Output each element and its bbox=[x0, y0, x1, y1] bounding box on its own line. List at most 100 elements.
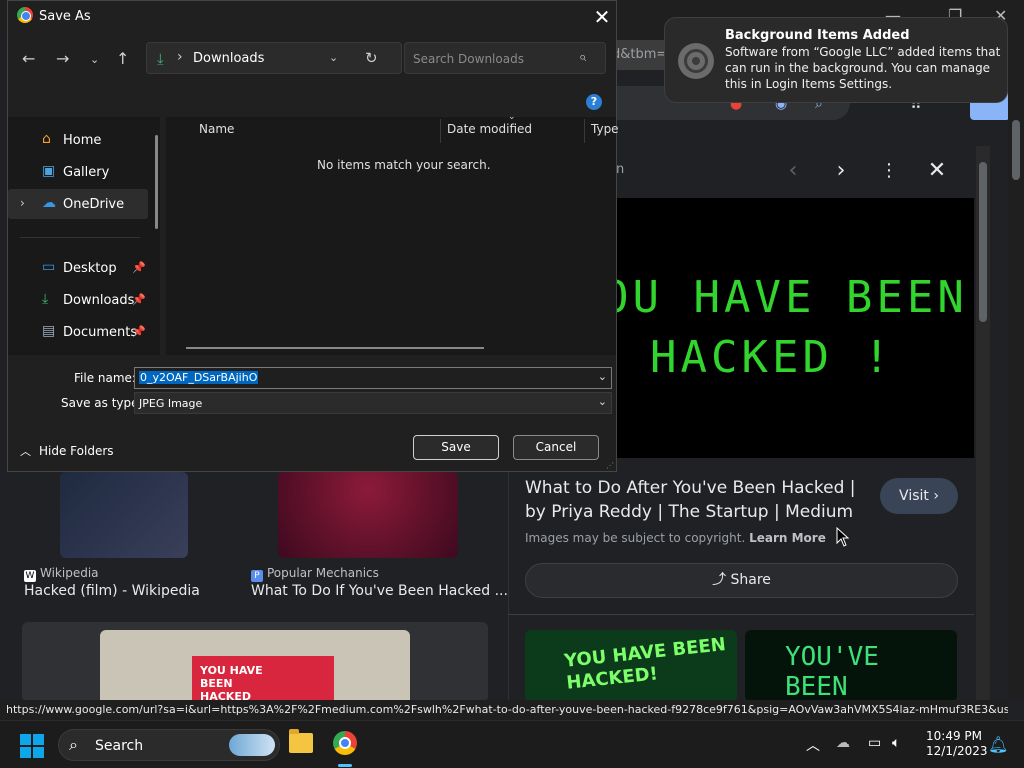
windows-logo-icon bbox=[20, 734, 31, 745]
background-items-notification[interactable]: Background Items Added Software from “Go… bbox=[664, 17, 1008, 103]
network-icon[interactable]: ▭ bbox=[868, 735, 881, 751]
related-thumbnail-2[interactable]: YOU'VE BEEN bbox=[745, 630, 957, 702]
chevron-down-icon[interactable]: ⌄ bbox=[598, 370, 607, 383]
sidebar-item-documents[interactable]: ▤ Documents 📌 bbox=[8, 317, 148, 347]
pin-icon: 📌 bbox=[132, 325, 146, 338]
file-name-field[interactable]: 0_y2OAF_DSarBAjihO ⌄ bbox=[134, 367, 612, 389]
result-title[interactable]: Hacked (film) - Wikipedia bbox=[24, 583, 200, 599]
sort-chevron-icon: ⌄ bbox=[508, 112, 516, 122]
hide-folders-toggle[interactable]: ︿ Hide Folders bbox=[20, 443, 114, 459]
pin-icon: 📌 bbox=[132, 293, 146, 306]
up-arrow-icon[interactable]: ↑ bbox=[116, 49, 129, 68]
column-header-name[interactable]: Name bbox=[199, 122, 234, 136]
save-type-select[interactable]: JPEG Image ⌄ bbox=[134, 392, 612, 414]
gallery-icon: ▣ bbox=[42, 163, 56, 179]
forward-arrow-icon[interactable]: → bbox=[56, 49, 69, 68]
save-button[interactable]: Save bbox=[413, 435, 499, 460]
related-thumbnail-1-text: YOU HAVE BEEN HACKED! bbox=[563, 634, 727, 694]
download-icon: ⤓ bbox=[157, 50, 164, 68]
panel-scrollbar-thumb[interactable] bbox=[979, 162, 987, 322]
sidebar-divider bbox=[20, 237, 140, 238]
chevron-right-icon: › bbox=[933, 488, 939, 504]
sidebar-item-downloads[interactable]: ⤓ Downloads 📌 bbox=[8, 285, 148, 315]
search-icon: ⌕ bbox=[579, 50, 587, 65]
search-downloads-input[interactable]: Search Downloads ⌕ bbox=[404, 42, 606, 74]
resize-grip-icon[interactable]: ⋰ bbox=[606, 461, 614, 470]
taskbar: ⌕ Search ︿ ☁ ▭ 🔈︎ 10:49 PM 12/1/2023 🔔︎ bbox=[0, 720, 1024, 768]
cancel-button[interactable]: Cancel bbox=[513, 435, 599, 460]
notification-body: Software from “Google LLC” added items t… bbox=[725, 45, 1001, 91]
share-button[interactable]: ⤴ Share bbox=[525, 563, 958, 598]
chrome-taskbar-icon[interactable] bbox=[333, 731, 357, 755]
breadcrumb-separator-icon: › bbox=[177, 49, 183, 65]
column-divider[interactable] bbox=[584, 119, 585, 143]
show-hidden-icons-chevron-icon[interactable]: ︿ bbox=[806, 735, 820, 755]
sidebar-item-desktop[interactable]: ▭ Desktop 📌 bbox=[8, 253, 148, 283]
column-divider[interactable] bbox=[440, 119, 441, 143]
notification-title: Background Items Added bbox=[725, 28, 910, 43]
result-thumbnail-crt[interactable]: YOU HAVE BEEN HACKED bbox=[100, 630, 410, 702]
file-name-value[interactable]: 0_y2OAF_DSarBAjihO bbox=[139, 371, 259, 384]
file-explorer-icon[interactable] bbox=[289, 729, 313, 753]
document-icon: ▤ bbox=[42, 323, 56, 339]
cloud-sync-icon[interactable]: ☁ bbox=[836, 735, 850, 751]
expand-chevron-icon[interactable]: › bbox=[20, 196, 25, 210]
crt-screen: YOU HAVE BEEN HACKED bbox=[192, 656, 334, 702]
popular-mechanics-icon: P bbox=[251, 570, 263, 582]
preview-image[interactable]: OU HAVE BEEN HACKED ! bbox=[616, 198, 974, 458]
sidebar-item-label: Gallery bbox=[63, 165, 110, 180]
address-bar-text: d&tbm= bbox=[612, 47, 668, 62]
visit-button[interactable]: Visit › bbox=[880, 478, 958, 514]
wikipedia-icon: W bbox=[24, 570, 36, 582]
address-breadcrumb[interactable]: ⤓ › Downloads ⌄ ↻ bbox=[146, 42, 402, 74]
column-header-type[interactable]: Type bbox=[591, 122, 619, 136]
back-arrow-icon[interactable]: ← bbox=[22, 49, 35, 68]
chevron-down-icon[interactable]: ⌄ bbox=[598, 395, 607, 408]
notification-bell-icon[interactable]: 🔔︎ bbox=[988, 735, 1008, 754]
learn-more-link[interactable]: Learn More bbox=[749, 531, 826, 545]
next-icon[interactable]: › bbox=[826, 156, 856, 186]
more-options-icon[interactable]: ⋮ bbox=[874, 156, 904, 186]
status-bar-url: https://www.google.com/url?sa=i&url=http… bbox=[0, 700, 1008, 720]
page-scrollbar-thumb[interactable] bbox=[1012, 120, 1020, 180]
sidebar-scrollbar[interactable] bbox=[155, 135, 158, 229]
file-list-horizontal-scrollbar[interactable] bbox=[186, 347, 484, 349]
page-scrollbar[interactable] bbox=[1008, 40, 1024, 700]
pin-icon: 📌 bbox=[132, 261, 146, 274]
home-icon: ⌂ bbox=[42, 131, 51, 147]
search-highlight-image bbox=[229, 734, 275, 756]
preview-image-text-line1: OU HAVE BEEN bbox=[616, 272, 968, 323]
save-type-value: JPEG Image bbox=[139, 397, 203, 410]
sidebar-item-onedrive[interactable]: › ☁ OneDrive bbox=[8, 189, 148, 219]
result-title[interactable]: What To Do If You've Been Hacked ... bbox=[251, 583, 508, 599]
system-clock[interactable]: 10:49 PM 12/1/2023 bbox=[926, 729, 988, 759]
result-thumbnail-popular-mechanics[interactable] bbox=[278, 472, 458, 558]
start-button[interactable] bbox=[20, 734, 44, 758]
sidebar-item-home[interactable]: ⌂ Home bbox=[8, 125, 148, 155]
recent-locations-chevron-icon[interactable]: ⌄ bbox=[90, 53, 99, 66]
column-header-date-modified[interactable]: Date modified bbox=[447, 122, 532, 136]
chevron-down-icon[interactable]: ⌄ bbox=[329, 51, 338, 64]
active-app-indicator bbox=[338, 764, 352, 767]
result-source-label: Wikipedia bbox=[40, 566, 99, 580]
save-type-label: Save as type: bbox=[61, 396, 143, 410]
result-thumbnail-hacked-film[interactable] bbox=[60, 472, 188, 558]
dialog-title: Save As bbox=[17, 7, 91, 24]
preview-result-title[interactable]: What to Do After You've Been Hacked | by… bbox=[525, 476, 875, 524]
sidebar-item-gallery[interactable]: ▣ Gallery bbox=[8, 157, 148, 187]
sidebar-item-label: OneDrive bbox=[63, 197, 125, 212]
breadcrumb-downloads[interactable]: Downloads bbox=[193, 51, 264, 66]
close-icon[interactable]: ✕ bbox=[592, 5, 612, 29]
result-source: W Wikipedia bbox=[24, 566, 99, 582]
panel-scrollbar[interactable] bbox=[976, 146, 990, 700]
chrome-icon bbox=[17, 7, 33, 23]
taskbar-search-label: Search bbox=[95, 738, 144, 754]
help-icon[interactable]: ? bbox=[586, 94, 602, 110]
close-preview-icon[interactable]: ✕ bbox=[922, 156, 952, 186]
taskbar-search[interactable]: ⌕ Search bbox=[58, 729, 280, 761]
previous-icon[interactable]: ‹ bbox=[778, 156, 808, 186]
related-thumbnail-1[interactable]: YOU HAVE BEEN HACKED! bbox=[525, 630, 737, 702]
hide-folders-label: Hide Folders bbox=[39, 444, 114, 458]
refresh-icon[interactable]: ↻ bbox=[365, 49, 378, 67]
volume-icon[interactable]: 🔈︎ bbox=[892, 735, 900, 751]
